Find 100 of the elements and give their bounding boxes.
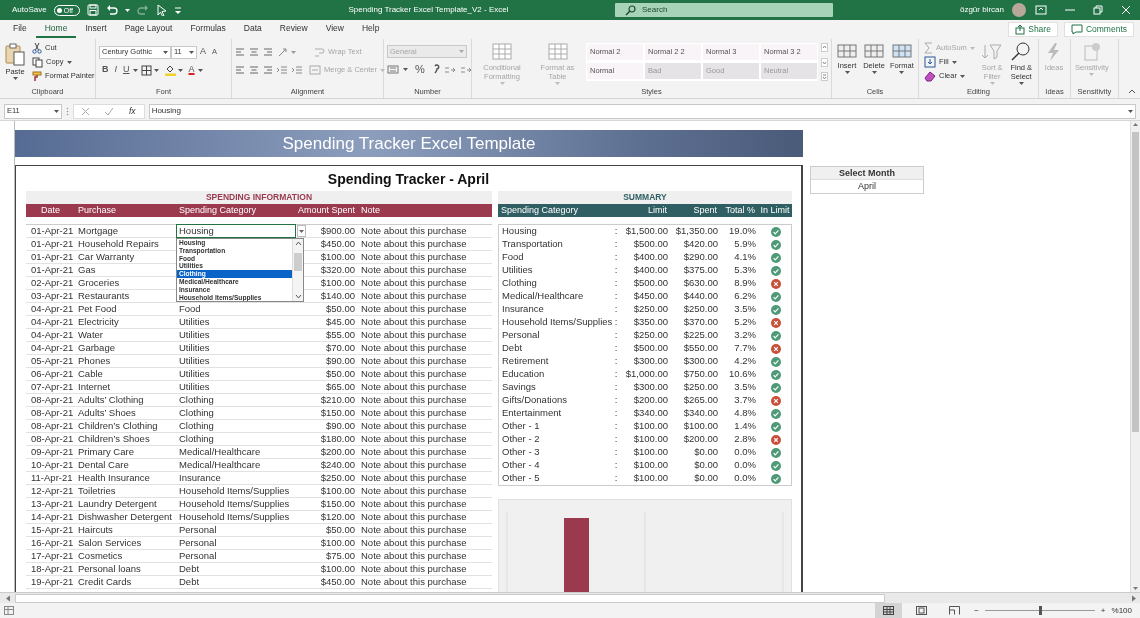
pointer-icon[interactable]: [155, 4, 167, 16]
table-cell-text: $200.00: [632, 394, 669, 407]
table-cell: 13-Apr-21: [26, 498, 75, 511]
zoom-level[interactable]: %100: [1111, 604, 1132, 617]
scroll-down-icon[interactable]: [294, 294, 302, 299]
table-cell-text: Utilities: [501, 264, 534, 277]
table-cell-text: Entertainment: [501, 407, 563, 420]
underline-button[interactable]: U: [120, 63, 133, 77]
cell-stats-icon[interactable]: [4, 606, 14, 615]
save-icon[interactable]: [86, 4, 99, 16]
caret-icon: [299, 229, 304, 233]
cross-circle-icon: [771, 278, 781, 289]
scroll-up-icon[interactable]: [1132, 121, 1139, 128]
table-cell-text: Household Items/Supplies: [501, 316, 611, 329]
table-cell-text: 6.2%: [733, 290, 757, 303]
check-circle-icon: [771, 239, 781, 250]
section-title: SUMMARY: [498, 191, 792, 204]
table-cell: Cosmetics: [75, 550, 176, 563]
table-cell-text: Savings: [501, 381, 537, 394]
table-cell: Personal loans: [75, 563, 176, 576]
align-left-icon: [235, 65, 245, 75]
ribbon-tab[interactable]: Home: [35, 21, 77, 38]
bold-button[interactable]: B: [99, 63, 112, 77]
caret-icon: [403, 67, 408, 71]
table-cell: $100.00: [296, 485, 358, 498]
column-header: Purchase: [77, 204, 118, 217]
font-color-button[interactable]: A: [185, 63, 198, 77]
italic-button[interactable]: I: [111, 63, 120, 77]
redo-icon[interactable]: [136, 4, 149, 16]
check-circle-icon: [771, 356, 781, 367]
table-cell: 07-Apr-21: [26, 381, 75, 394]
restore-icon: [1093, 5, 1103, 15]
table-cell-text: $370.00: [682, 316, 719, 329]
table-cell: 04-Apr-21: [26, 329, 75, 342]
avatar-icon[interactable]: [1012, 3, 1026, 17]
ribbon-tab[interactable]: Insert: [76, 21, 116, 38]
ribbon-tab[interactable]: Data: [234, 21, 271, 38]
share-icon: [1015, 24, 1026, 35]
formula-field[interactable]: Housing: [148, 103, 1136, 119]
collapse-ribbon-icon[interactable]: [1128, 89, 1136, 94]
ribbon-tab[interactable]: Page Layout: [115, 21, 182, 38]
check-circle-icon: [771, 226, 781, 237]
percent-button[interactable]: %: [412, 62, 428, 76]
table-cell: Note about this purchase: [358, 329, 492, 342]
ribbon-tab[interactable]: File: [4, 21, 36, 38]
ribbon-tab[interactable]: Help: [352, 21, 389, 38]
month-selector-value[interactable]: April: [811, 180, 923, 193]
customize-toolbar-icon[interactable]: [173, 5, 182, 15]
share-button[interactable]: Share: [1008, 22, 1058, 37]
zoom-out-button[interactable]: −: [974, 604, 979, 617]
scroll-right-icon[interactable]: [1131, 594, 1137, 602]
table-cell-text: $400.00: [632, 264, 669, 277]
ribbon-tab[interactable]: Formulas: [181, 21, 235, 38]
column-header: Limit: [647, 204, 668, 217]
scroll-up-icon[interactable]: [294, 241, 302, 246]
comments-button[interactable]: Comments: [1063, 22, 1134, 37]
zoom-in-button[interactable]: +: [1100, 604, 1106, 617]
caret-icon: [951, 60, 957, 64]
table-cell-text: $0.00: [693, 446, 719, 459]
scroll-left-icon[interactable]: [4, 594, 11, 602]
dropdown-cell[interactable]: Housing: [176, 224, 296, 238]
ribbon-tab[interactable]: View: [316, 21, 353, 38]
table-insert-icon: [836, 42, 858, 60]
more-styles-icon[interactable]: [821, 72, 828, 81]
zoom-slider-thumb[interactable]: [1038, 606, 1042, 615]
tracker-title: Spending Tracker - April: [326, 170, 491, 189]
table-cell: $65.00: [296, 381, 358, 394]
increase-font-size-button[interactable]: A: [197, 45, 209, 59]
caret-icon: [163, 50, 168, 54]
cancel-icon[interactable]: [82, 107, 89, 115]
scrollbar-thumb[interactable]: [1132, 132, 1139, 432]
table-cell-text: Clothing: [501, 277, 538, 290]
dropdown-arrow-button[interactable]: [297, 225, 306, 237]
insert-function-button[interactable]: fx: [129, 104, 136, 118]
scrollbar-thumb[interactable]: [294, 253, 302, 271]
ribbon-tab[interactable]: Review: [270, 21, 317, 38]
comma-style-icon: [431, 63, 440, 75]
table-cell: Note about this purchase: [358, 342, 492, 355]
table-cell: 08-Apr-21: [26, 420, 75, 433]
caret-icon: [899, 71, 905, 74]
fill-down-icon: [924, 56, 936, 68]
search-field[interactable]: Search: [615, 3, 833, 17]
table-cell-text: $100.00: [632, 459, 669, 472]
table-cell: $250.00: [296, 472, 358, 485]
table-cell: $100.00: [296, 563, 358, 576]
table-cell: Medical/Healthcare: [176, 446, 296, 459]
table-cell: Debt: [176, 576, 296, 589]
scrollbar-thumb[interactable]: [15, 593, 885, 603]
table-cell: Insurance: [176, 472, 296, 485]
undo-icon[interactable]: [105, 4, 118, 16]
check-circle-icon: [771, 252, 781, 263]
caret-icon: [844, 71, 850, 74]
view-button[interactable]: [875, 603, 903, 618]
enter-icon[interactable]: [105, 107, 113, 115]
table-cell: $150.00: [296, 498, 358, 511]
table-cell: Note about this purchase: [358, 290, 492, 303]
table-cell: Clothing: [176, 433, 296, 446]
table-cell: Note about this purchase: [358, 420, 492, 433]
table-cell-text: 3.7%: [733, 394, 757, 407]
table-cell-text: 19.0%: [728, 225, 757, 238]
